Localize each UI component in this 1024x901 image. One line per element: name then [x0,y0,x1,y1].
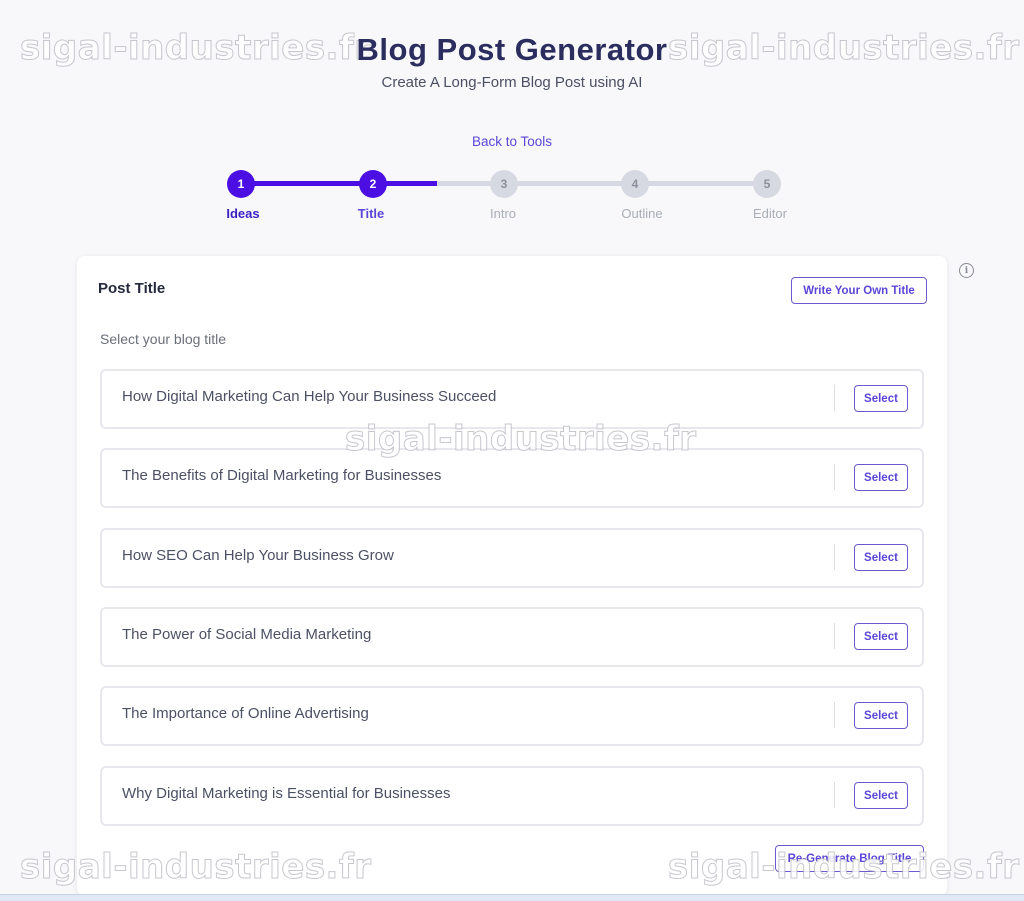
title-option-text: The Importance of Online Advertising [122,705,369,722]
title-option-6: Why Digital Marketing is Essential for B… [100,766,924,826]
page-subtitle: Create A Long-Form Blog Post using AI [381,74,643,91]
page: Blog Post Generator Create A Long-Form B… [0,0,1024,901]
back-to-tools-link[interactable]: Back to Tools [0,134,1024,149]
step-2-label: Title [357,206,385,221]
step-3-label: Intro [489,206,516,221]
select-title-5-button[interactable]: Select [854,702,908,729]
title-option-text: How Digital Marketing Can Help Your Busi… [122,388,497,405]
regenerate-blog-title-button[interactable]: Re-Generate Blog Title [775,845,924,872]
page-title: Blog Post Generator [356,32,668,67]
option-divider [834,385,835,411]
title-option-5: The Importance of Online Advertising Sel… [100,686,924,746]
select-title-6-button[interactable]: Select [854,782,908,809]
option-divider [834,464,835,490]
option-divider [834,623,835,649]
step-4-label: Outline [621,206,663,221]
option-divider [834,544,835,570]
step-5-circle: 5 [753,170,781,198]
title-option-3: How SEO Can Help Your Business Grow Sele… [100,528,924,588]
stepper-progress-line [241,181,437,186]
select-title-4-button[interactable]: Select [854,623,908,650]
title-option-4: The Power of Social Media Marketing Sele… [100,607,924,667]
select-title-2-button[interactable]: Select [854,464,908,491]
step-2-circle[interactable]: 2 [359,170,387,198]
select-title-3-button[interactable]: Select [854,544,908,571]
step-5-label: Editor [753,206,787,221]
step-4-circle: 4 [621,170,649,198]
step-3-circle: 3 [490,170,518,198]
title-option-2: The Benefits of Digital Marketing for Bu… [100,448,924,508]
title-option-text: The Benefits of Digital Marketing for Bu… [122,467,442,484]
title-option-text: The Power of Social Media Marketing [122,626,372,643]
write-own-title-button[interactable]: Write Your Own Title [791,277,927,304]
step-1-circle[interactable]: 1 [227,170,255,198]
stepper-remaining-line [437,181,767,186]
window-bottom-edge [0,894,1024,901]
card-title: Post Title [98,280,166,297]
option-divider [834,702,835,728]
post-title-card: Post Title Write Your Own Title Select y… [77,256,947,896]
title-option-text: Why Digital Marketing is Essential for B… [122,785,451,802]
select-title-hint: Select your blog title [100,331,227,347]
title-option-text: How SEO Can Help Your Business Grow [122,547,394,564]
option-divider [834,782,835,808]
info-icon[interactable]: i [959,263,974,278]
step-1-label: Ideas [226,206,260,221]
title-option-1: How Digital Marketing Can Help Your Busi… [100,369,924,429]
select-title-1-button[interactable]: Select [854,385,908,412]
